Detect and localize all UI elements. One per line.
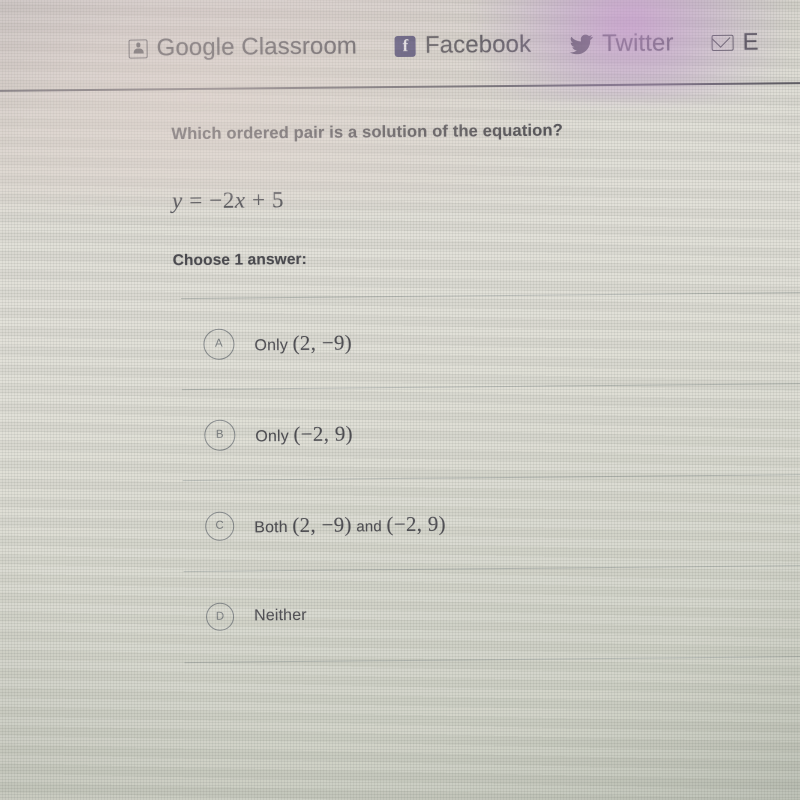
share-bar: Google Classroom Facebook Twitter — [0, 16, 800, 76]
share-item-twitter[interactable]: Twitter — [569, 29, 674, 58]
option-c-radio[interactable]: C — [205, 511, 235, 541]
equation-coefficient: −2 — [209, 187, 235, 213]
option-a-label: Only (2, −9) — [254, 330, 352, 356]
share-label-google-classroom: Google Classroom — [156, 32, 358, 62]
option-c-math-first: (2, −9) — [292, 511, 352, 537]
option-b-letter: B — [215, 428, 224, 441]
option-c-prefix: Both — [254, 518, 288, 536]
question-prompt: Which ordered pair is a solution of the … — [171, 121, 563, 144]
option-a-radio[interactable]: A — [203, 328, 235, 360]
option-d-letter: D — [215, 610, 225, 623]
screen-content: Google Classroom Facebook Twitter — [0, 0, 800, 800]
option-c-label: Both (2, −9) and (−2, 9) — [254, 511, 446, 538]
email-icon — [711, 34, 734, 51]
option-b-prefix: Only — [255, 427, 289, 445]
option-c-math-second: (−2, 9) — [386, 511, 447, 536]
answer-option-d[interactable]: D Neither — [184, 566, 800, 662]
option-d-prefix: Neither — [253, 606, 307, 625]
option-a-math: (2, −9) — [292, 329, 353, 355]
share-label-twitter: Twitter — [602, 29, 674, 58]
choose-answer-label: Choose 1 answer: — [172, 250, 307, 270]
equation-variable: x — [234, 187, 246, 213]
share-item-email[interactable]: E — [711, 28, 759, 57]
answer-option-a[interactable]: A Only (2, −9) — [181, 293, 800, 389]
option-c-letter: C — [215, 519, 225, 532]
equation-constant: 5 — [271, 187, 285, 213]
option-d-radio[interactable]: D — [205, 602, 235, 631]
option-b-label: Only (−2, 9) — [255, 421, 353, 447]
equation-lhs: y — [171, 188, 184, 214]
header-divider — [0, 81, 800, 93]
facebook-icon — [394, 35, 417, 57]
option-c-conjunction: and — [356, 517, 382, 535]
share-label-email-truncated: E — [742, 28, 759, 56]
option-a-prefix: Only — [254, 336, 289, 354]
twitter-icon — [569, 34, 593, 55]
option-b-radio[interactable]: B — [204, 419, 236, 451]
equation-display: y = −2x + 5 — [172, 187, 284, 214]
answer-option-c[interactable]: C Both (2, −9) and (−2, 9) — [183, 475, 800, 571]
share-item-google-classroom[interactable]: Google Classroom — [128, 32, 357, 62]
option-b-math: (−2, 9) — [293, 420, 353, 446]
answer-options-list: A Only (2, −9) B Only (−2, 9) C Both (2,… — [181, 291, 800, 664]
share-item-facebook[interactable]: Facebook — [394, 30, 532, 60]
google-classroom-icon — [128, 38, 148, 59]
share-label-facebook: Facebook — [424, 30, 532, 59]
option-a-letter: A — [214, 337, 223, 350]
screen-photo: Google Classroom Facebook Twitter — [0, 0, 800, 800]
option-d-label: Neither — [254, 607, 307, 626]
equation-equals: = — [189, 187, 203, 214]
answer-option-b[interactable]: B Only (−2, 9) — [182, 384, 800, 480]
equation-plus: + — [251, 187, 266, 213]
